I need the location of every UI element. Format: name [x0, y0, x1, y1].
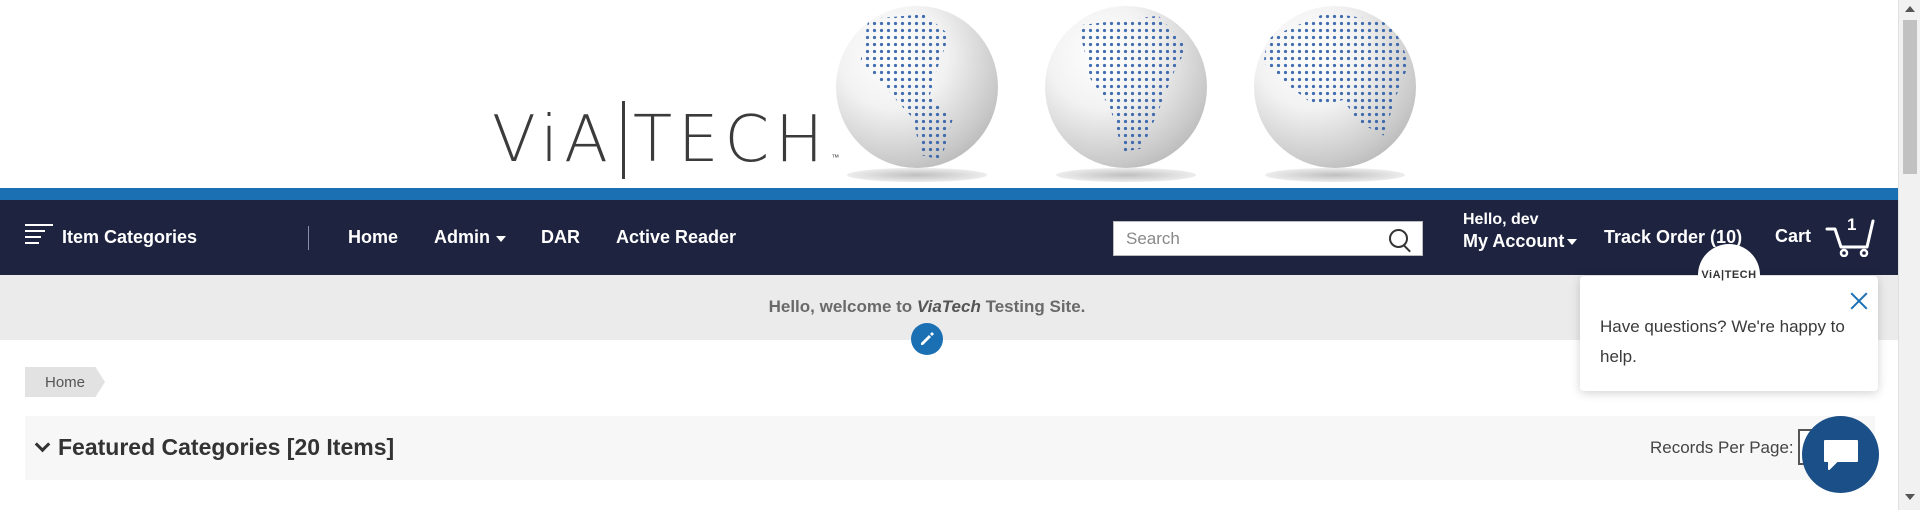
nav-link-dar-label: DAR [541, 227, 580, 247]
chat-message: Have questions? We're happy to help. [1600, 317, 1845, 366]
viatech-logo[interactable]: ViA TECH ™ [492, 100, 839, 180]
breadcrumb-home[interactable]: Home [25, 367, 105, 397]
featured-categories-toggle[interactable]: Featured Categories [20 Items] [34, 434, 395, 461]
featured-categories-title: Featured Categories [20 Items] [58, 434, 395, 460]
cart-icon: 1 [1825, 215, 1877, 258]
nav-link-home[interactable]: Home [348, 200, 398, 275]
account-menu[interactable]: Hello, dev My Account [1463, 210, 1578, 252]
globe-africa-europe-image [1045, 6, 1207, 168]
cart-link[interactable]: Cart 1 [1775, 214, 1877, 258]
nav-link-home-label: Home [348, 227, 399, 247]
scroll-up-arrow-icon[interactable] [1905, 6, 1915, 12]
globe-shadow [1265, 168, 1405, 182]
globe-americas-image [836, 6, 998, 168]
scroll-down-arrow-icon[interactable] [1905, 494, 1915, 500]
welcome-prefix: Hello, welcome to [768, 297, 917, 316]
item-categories-label: Item Categories [62, 227, 198, 247]
pencil-icon [921, 332, 934, 345]
chat-avatar-logo: ViA|TECH [1701, 269, 1757, 281]
edit-welcome-button[interactable] [911, 323, 943, 355]
cart-label: Cart [1775, 225, 1812, 246]
scrollbar-thumb[interactable] [1903, 20, 1917, 174]
breadcrumb-home-label: Home [44, 373, 85, 391]
main-navbar: Item Categories Home Admin DAR Active Re… [0, 200, 1898, 275]
globe-shadow [847, 168, 987, 182]
nav-divider [308, 226, 309, 250]
nav-link-dar[interactable]: DAR [541, 200, 580, 275]
trademark-mark: ™ [831, 153, 840, 162]
page: ViA TECH ™ Item Categories Home Admin DA… [0, 0, 1898, 510]
search-icon[interactable] [1389, 229, 1408, 248]
item-categories-button[interactable]: Item Categories [62, 200, 197, 275]
featured-categories-header: Featured Categories [20 Items] Records P… [25, 416, 1875, 480]
globe-shadow [1056, 168, 1196, 182]
close-icon[interactable] [1848, 290, 1870, 312]
search-input[interactable] [1114, 222, 1388, 255]
my-account-label: My Account [1463, 231, 1565, 251]
caret-down-icon [1567, 239, 1578, 245]
nav-link-admin-label: Admin [434, 227, 490, 247]
logo-text-left: ViA [492, 103, 614, 177]
records-per-page-label: Records Per Page: [1650, 438, 1794, 457]
chevron-down-icon [34, 436, 51, 453]
accent-strip [0, 188, 1898, 200]
vertical-scrollbar[interactable] [1898, 0, 1920, 510]
nav-link-active-reader-label: Active Reader [616, 227, 737, 247]
greeting-text: Hello, dev [1463, 211, 1539, 228]
nav-link-active-reader[interactable]: Active Reader [616, 200, 736, 275]
chat-launcher-button[interactable] [1802, 416, 1879, 493]
logo-text-right: TECH [632, 103, 830, 177]
globe-asia-image [1254, 6, 1416, 168]
search-box [1113, 221, 1423, 256]
chat-avatar: ViA|TECH [1698, 244, 1760, 306]
hamburger-menu-icon[interactable] [25, 224, 53, 246]
header-banner: ViA TECH ™ [0, 0, 1898, 188]
logo-divider [621, 101, 625, 179]
welcome-site-name: ViaTech [916, 297, 981, 316]
nav-link-admin[interactable]: Admin [434, 200, 506, 275]
chat-bubble-icon [1823, 439, 1858, 470]
cart-count-badge: 1 [1847, 215, 1857, 234]
caret-down-icon [496, 235, 506, 242]
welcome-message: Hello, welcome to ViaTech Testing Site. [0, 297, 1854, 317]
welcome-suffix: Testing Site. [980, 297, 1086, 316]
my-account-link[interactable]: My Account [1463, 230, 1578, 252]
